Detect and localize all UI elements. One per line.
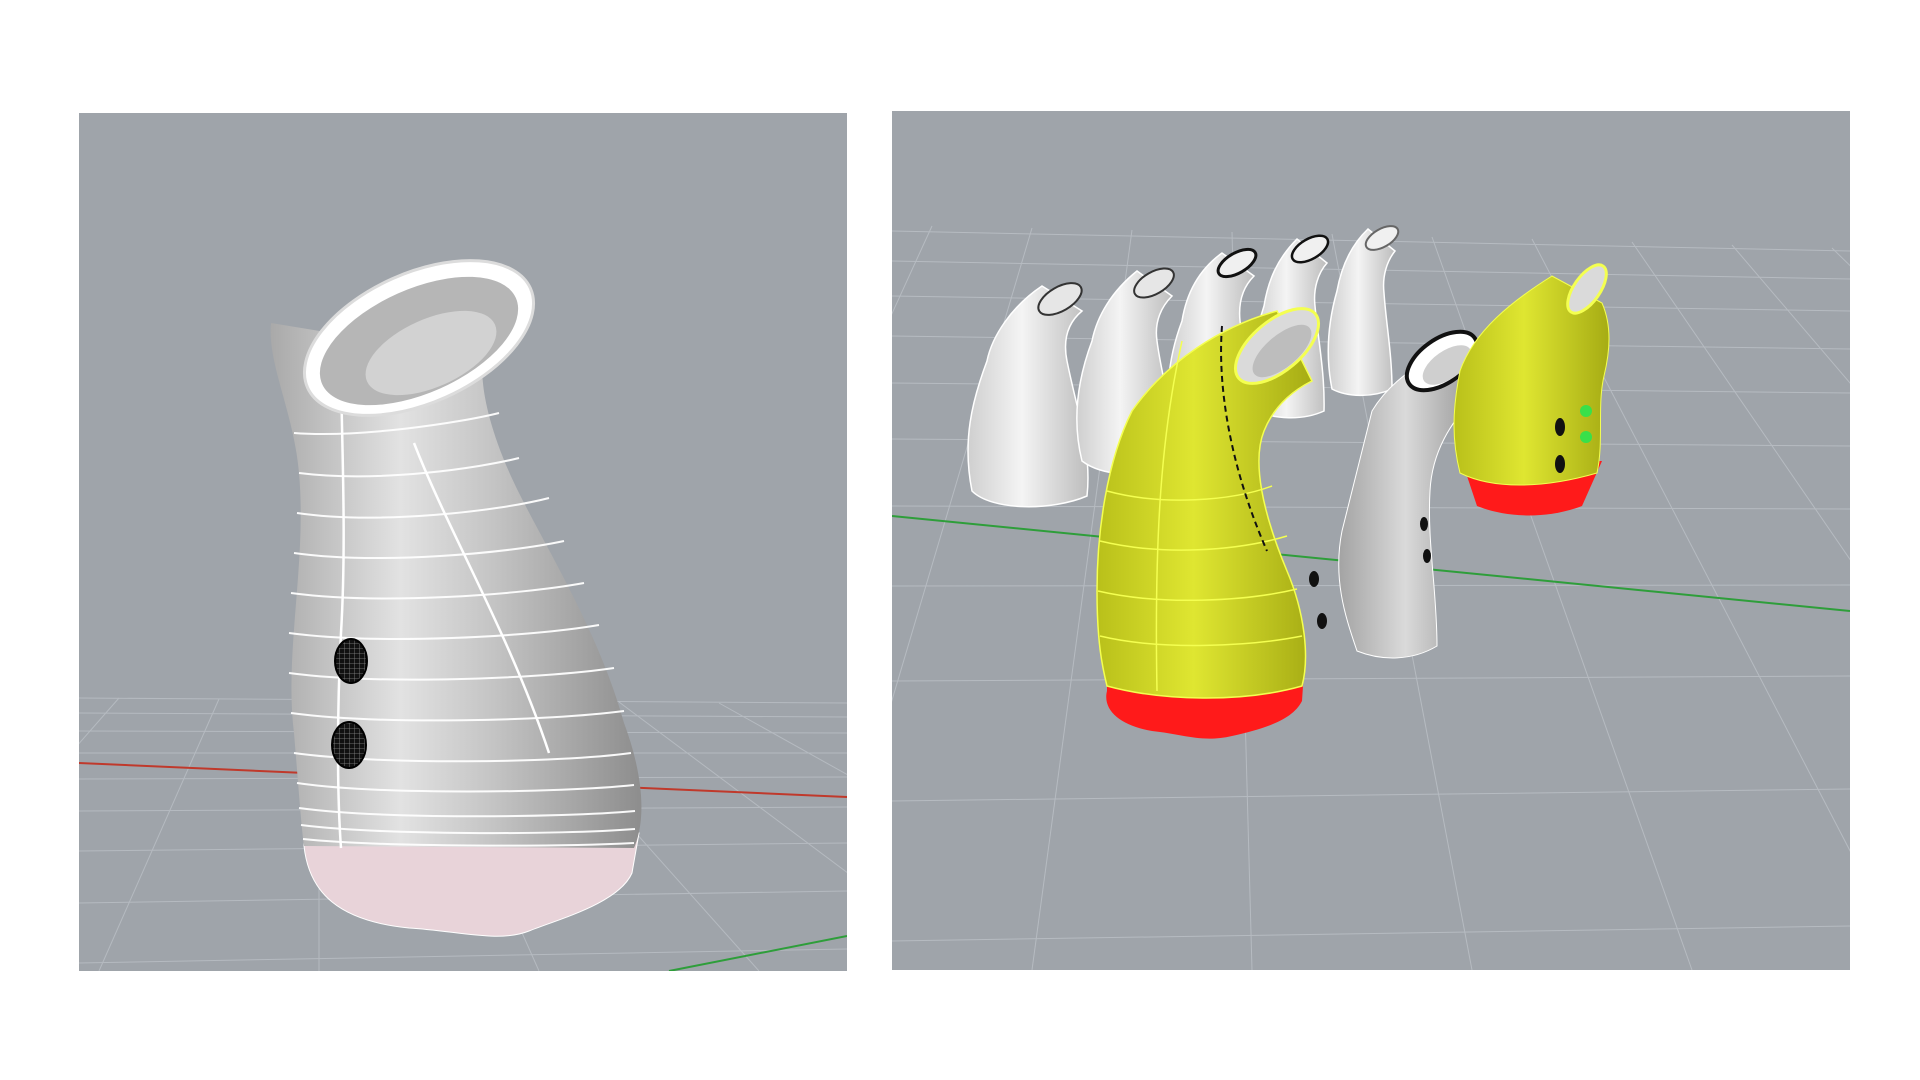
left-perspective-viewport[interactable] bbox=[79, 113, 847, 971]
vase-1[interactable] bbox=[967, 277, 1089, 508]
vent-hole-lower bbox=[331, 721, 367, 769]
right-viewport-canvas bbox=[892, 221, 1850, 970]
right-perspective-viewport[interactable] bbox=[892, 111, 1850, 970]
vent-hole-upper bbox=[334, 638, 368, 684]
y-axis-line bbox=[668, 935, 847, 971]
left-viewport-canvas bbox=[79, 229, 847, 971]
vase-5[interactable] bbox=[1327, 221, 1402, 397]
vase-yellow-small[interactable] bbox=[1453, 259, 1614, 516]
vase-main[interactable] bbox=[270, 229, 642, 937]
